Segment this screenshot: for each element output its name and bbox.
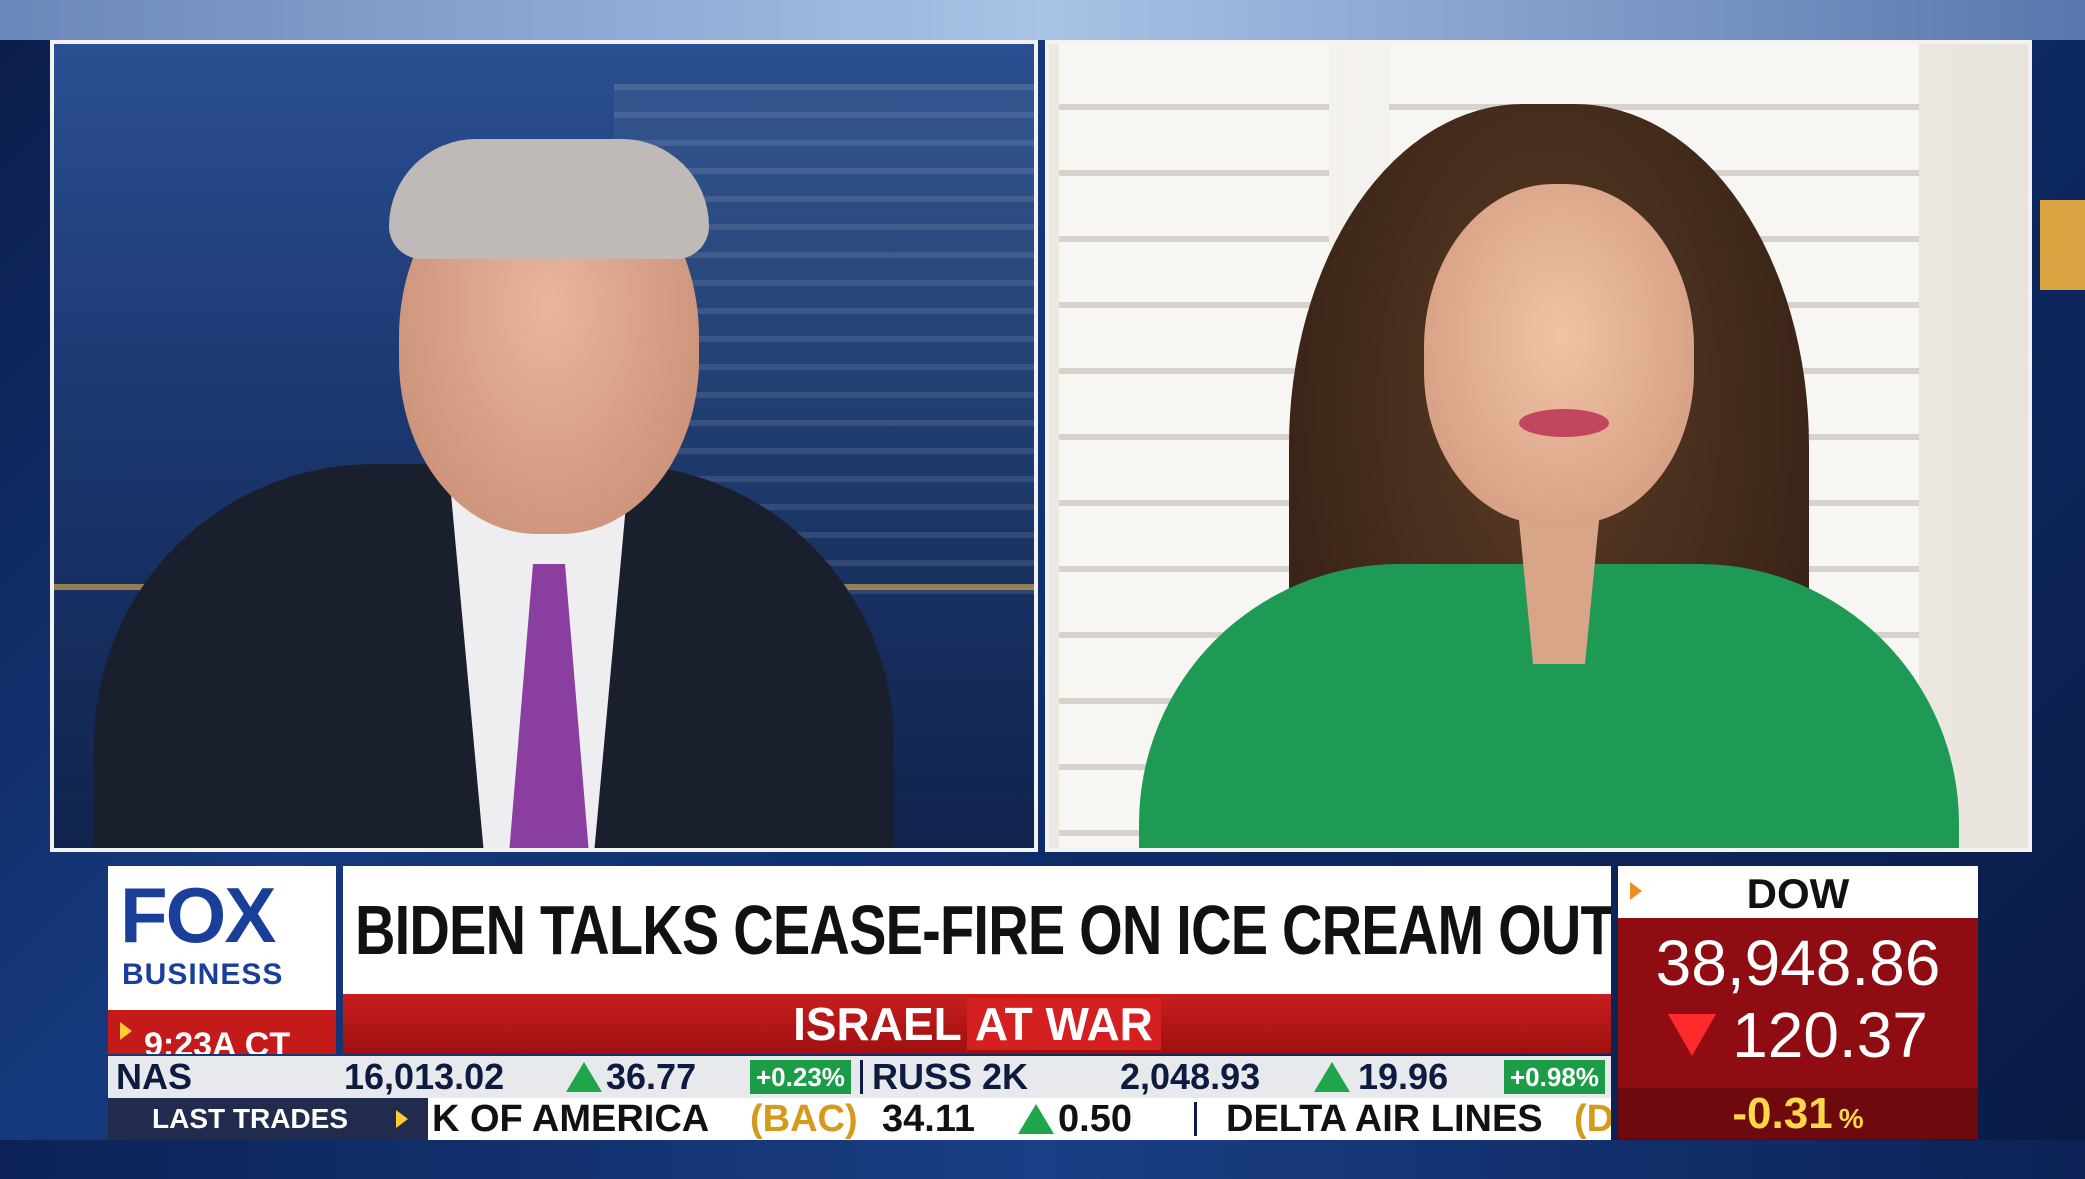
fox-business-logo: FOX BUSINESS xyxy=(108,866,336,1010)
dow-percent-bar: -0.31% xyxy=(1618,1088,1978,1139)
ticker-index-percent: +0.23% xyxy=(750,1060,851,1094)
down-arrow-icon xyxy=(1668,1014,1717,1056)
video-panel-host[interactable] xyxy=(50,40,1038,852)
up-arrow-icon xyxy=(1314,1062,1350,1092)
ticker-index-name: RUSS 2K xyxy=(872,1056,1029,1097)
last-trades-label: LAST TRADES xyxy=(152,1103,348,1134)
trade-company: K OF AMERICA xyxy=(432,1098,710,1140)
headline-banner: BIDEN TALKS CEASE-FIRE ON ICE CREAM OUTI… xyxy=(343,866,1611,994)
trade-symbol: (BAC) xyxy=(750,1098,858,1140)
up-arrow-icon xyxy=(1018,1104,1054,1134)
background-gold-accent xyxy=(2040,200,2085,290)
last-trades-ticker: LAST TRADES K OF AMERICA (BAC) 34.11 0.5… xyxy=(108,1098,1611,1140)
subheadline-primary: ISRAEL xyxy=(793,998,962,1050)
ticker-index-value: 2,048.93 xyxy=(1120,1056,1261,1097)
ticker-index-change: 19.96 xyxy=(1358,1056,1449,1097)
trade-change: 0.50 xyxy=(1058,1098,1132,1140)
dow-percent-sign: % xyxy=(1838,1103,1864,1134)
play-arrow-icon xyxy=(120,1022,132,1040)
clock-badge: 9:23A CT xyxy=(108,1010,336,1054)
ticker-index-value: 16,013.02 xyxy=(344,1056,505,1097)
host-hair xyxy=(389,139,709,259)
subheadline-accent: AT WAR xyxy=(966,998,1161,1050)
ticker-divider xyxy=(860,1060,863,1094)
trade-price: 34.11 xyxy=(882,1098,975,1140)
dow-value: 38,948.86 xyxy=(1655,927,1941,999)
headline-text: BIDEN TALKS CEASE-FIRE ON ICE CREAM OUTI… xyxy=(355,891,1611,969)
dow-header: DOW xyxy=(1618,866,1978,918)
logo-fox-text: FOX xyxy=(120,871,276,959)
video-panel-guest[interactable] xyxy=(1045,40,2032,852)
guest-lips xyxy=(1519,409,1609,437)
ticker-index-percent: +0.98% xyxy=(1504,1060,1605,1094)
logo-business-text: BUSINESS xyxy=(122,958,284,991)
dow-index-panel: DOW 38,948.86 120.37 -0.31% xyxy=(1618,866,1978,1139)
trade-company: DELTA AIR LINES xyxy=(1226,1098,1543,1140)
dow-change: 120.37 xyxy=(1732,999,1928,1071)
ticker-index-change: 36.77 xyxy=(606,1056,697,1097)
dow-label: DOW xyxy=(1746,870,1850,917)
guest-face xyxy=(1424,184,1694,524)
background-bottom-stripe xyxy=(0,1140,2085,1179)
play-arrow-icon xyxy=(396,1110,408,1128)
ticker-divider xyxy=(1194,1102,1197,1136)
background-top-stripe xyxy=(0,0,2085,40)
index-ticker: NAS 16,013.02 36.77 +0.23% RUSS 2K 2,048… xyxy=(108,1056,1611,1098)
dow-change-row: 120.37 xyxy=(1618,998,1978,1072)
clock-time: 9:23A CT xyxy=(144,1026,291,1054)
up-arrow-icon xyxy=(566,1062,602,1092)
subheadline-banner: ISRAEL AT WAR xyxy=(343,994,1611,1054)
trade-symbol: (D xyxy=(1574,1098,1611,1140)
ticker-index-name: NAS xyxy=(116,1056,193,1097)
dow-percent: -0.31 xyxy=(1732,1089,1833,1138)
last-trades-label-box: LAST TRADES xyxy=(108,1098,428,1140)
